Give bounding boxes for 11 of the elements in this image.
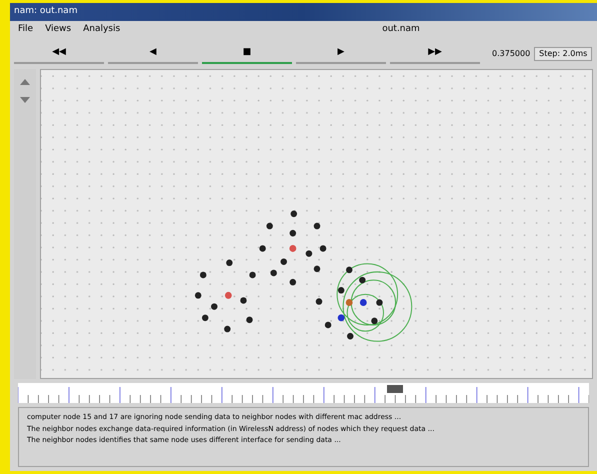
- menu-item[interactable]: Views: [45, 23, 72, 37]
- menu-item[interactable]: Analysis: [83, 23, 120, 37]
- step-button[interactable]: Step: 2.0ms: [534, 47, 592, 61]
- zoom-in-icon[interactable]: [19, 77, 31, 87]
- menu-item[interactable]: File: [18, 23, 34, 37]
- zoom-out-icon[interactable]: [19, 95, 31, 105]
- timeline-thumb[interactable]: [386, 385, 403, 393]
- window-title: nam: out.nam: [14, 5, 78, 18]
- timeline-ruler[interactable]: [18, 383, 589, 403]
- file-name: out.nam: [382, 23, 420, 36]
- time-display: 0.375000: [492, 48, 530, 60]
